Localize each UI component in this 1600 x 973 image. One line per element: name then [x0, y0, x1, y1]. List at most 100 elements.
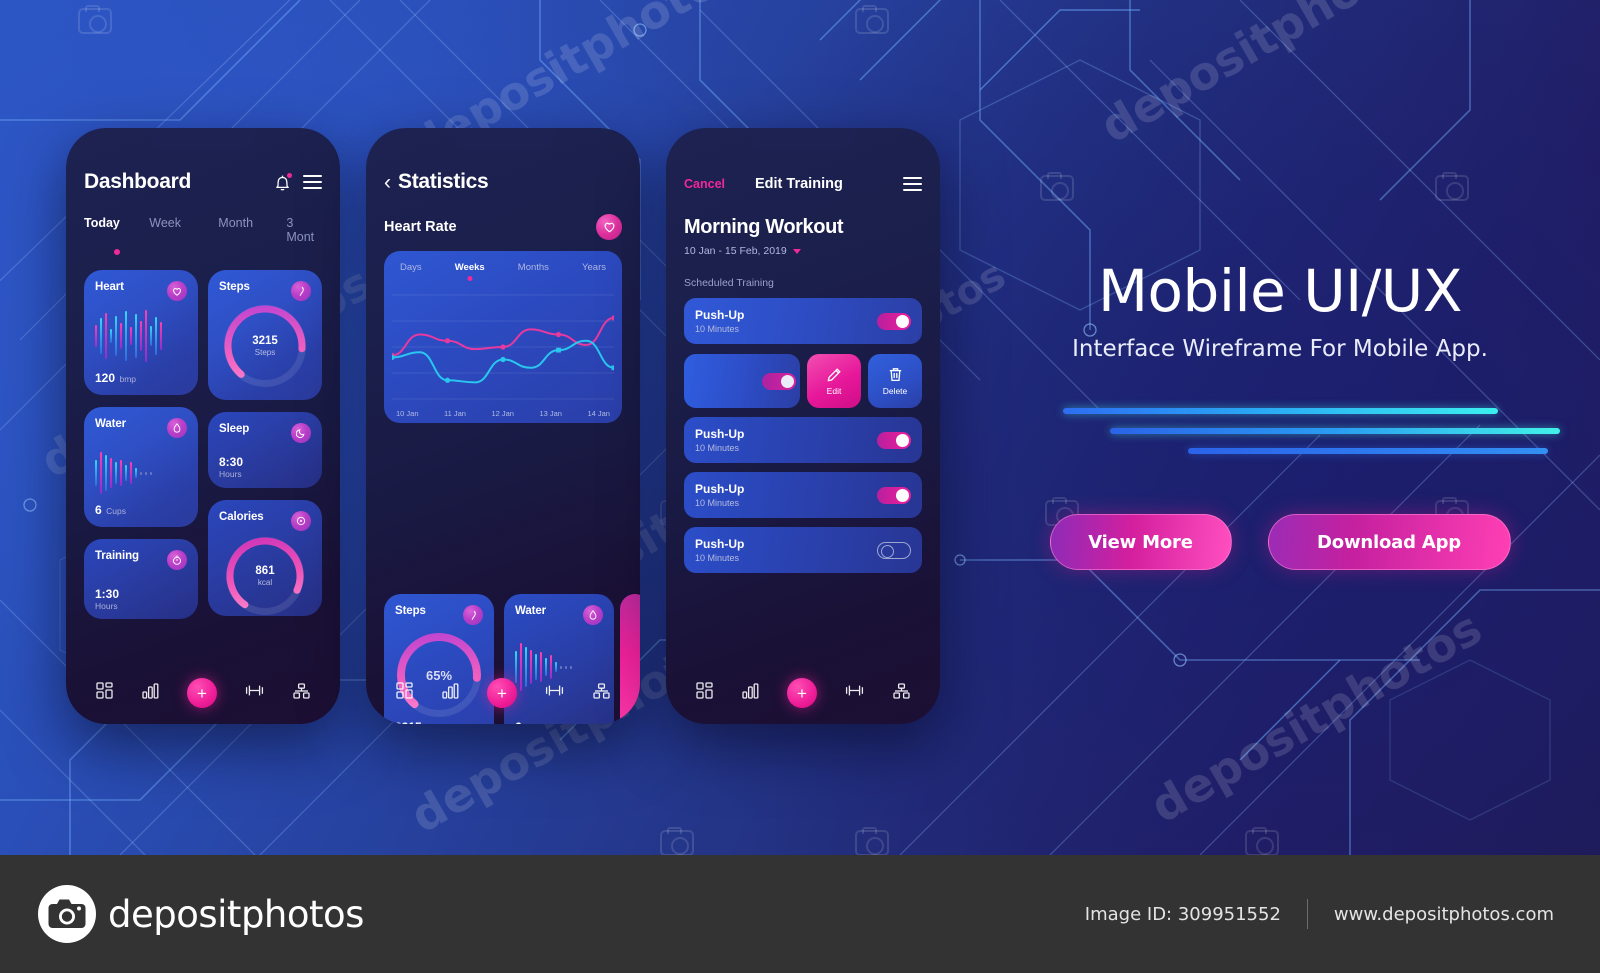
card-unit: Hours: [219, 469, 242, 479]
heart-bar-chart: [95, 307, 187, 365]
caret-down-icon[interactable]: [792, 248, 801, 254]
card-title: Calories: [219, 511, 264, 523]
promo-panel: Mobile UI/UX Interface Wireframe For Mob…: [1000, 262, 1560, 570]
chevron-left-icon[interactable]: ‹: [384, 172, 391, 193]
card-training[interactable]: Training 1:30 Hours: [84, 539, 198, 619]
nav-add-button[interactable]: +: [486, 678, 517, 708]
exercise-toggle[interactable]: [877, 312, 911, 330]
chart-point: [611, 365, 614, 371]
active-tab-dot: [467, 276, 473, 281]
neon-bar: [1188, 448, 1548, 454]
delete-action-button[interactable]: Delete: [868, 354, 922, 408]
website-url: www.depositphotos.com: [1333, 903, 1554, 925]
exercise-row[interactable]: Push-Up 10 Minutes: [684, 298, 922, 344]
tab-today[interactable]: Today: [84, 216, 149, 255]
heart-outline-icon[interactable]: [596, 214, 622, 240]
tab-3month[interactable]: 3 Mont: [286, 216, 322, 244]
card-heart[interactable]: Heart 120 bmp: [84, 270, 198, 395]
exercise-row[interactable]: Push-Up 10 Minutes: [684, 527, 922, 573]
card-value: 861: [255, 565, 275, 577]
exercise-row[interactable]: Push-Up 10 Minutes: [684, 472, 922, 518]
card-calories[interactable]: Calories 861 kcal: [208, 500, 322, 616]
exercise-row-swiped[interactable]: Edit Delete: [684, 354, 922, 408]
edit-action-button[interactable]: Edit: [807, 354, 861, 408]
exercise-toggle[interactable]: [877, 541, 911, 559]
bell-icon[interactable]: [275, 172, 292, 191]
nav-podium-icon[interactable]: [293, 682, 310, 704]
dashboard-screen: Dashboard Today Week Month 3 Mont Heart …: [66, 128, 340, 724]
card-title: Water: [515, 605, 547, 617]
phone-statistics: ‹ Statistics Heart Rate Days Weeks Month…: [366, 128, 640, 724]
exercise-duration: 10 Minutes: [695, 498, 740, 508]
exercise-toggle[interactable]: [877, 431, 911, 449]
card-value: 6: [95, 503, 102, 517]
heart-rate-line-chart: [392, 294, 614, 400]
page-title: Dashboard: [84, 170, 191, 193]
workout-date-range[interactable]: 10 Jan - 15 Feb, 2019: [684, 245, 922, 257]
exercise-toggle[interactable]: [877, 486, 911, 504]
x-tick: 10 Jan: [396, 409, 419, 418]
notification-dot: [287, 172, 292, 178]
card-unit: Cups: [106, 506, 126, 516]
nav-add-button[interactable]: +: [786, 678, 817, 708]
nav-bar-chart-icon[interactable]: [441, 682, 459, 704]
exercise-toggle[interactable]: [762, 372, 796, 390]
exercise-list: Push-Up 10 Minutes Edit Delete Push-Up 1…: [684, 298, 922, 573]
calories-donut-chart: 861 kcal: [226, 537, 304, 615]
card-title: Steps: [219, 281, 250, 293]
water-drop-icon: [167, 418, 187, 438]
divider: [1306, 899, 1308, 929]
nav-grid-icon[interactable]: [96, 682, 113, 704]
nav-dumbbell-icon[interactable]: [845, 684, 864, 702]
exercise-name: Push-Up: [695, 537, 745, 551]
chart-tab-days[interactable]: Days: [400, 262, 422, 273]
card-value: 8:30: [219, 455, 244, 469]
tab-week[interactable]: Week: [149, 216, 218, 244]
image-id: Image ID: 309951552: [1084, 903, 1281, 925]
nav-grid-icon[interactable]: [396, 682, 413, 704]
nav-bar-chart-icon[interactable]: [141, 682, 159, 704]
x-tick: 14 Jan: [587, 409, 610, 418]
nav-bar-chart-icon[interactable]: [741, 682, 759, 704]
edit-training-screen: Cancel Edit Training Morning Workout 10 …: [666, 128, 940, 724]
heart-rate-section-header: Heart Rate: [384, 214, 622, 240]
neon-bar: [1062, 408, 1498, 414]
depositphotos-logo: depositphotos: [38, 885, 364, 943]
nav-dumbbell-icon[interactable]: [245, 684, 264, 702]
nav-dumbbell-icon[interactable]: [545, 684, 564, 702]
card-unit: bmp: [119, 374, 137, 384]
chart-point: [556, 347, 561, 353]
card-steps[interactable]: Steps: [208, 270, 322, 400]
tab-month[interactable]: Month: [218, 216, 286, 244]
promo-title: Mobile UI/UX: [1098, 257, 1462, 325]
chart-line-pink: [392, 316, 614, 357]
card-title: Heart: [95, 281, 124, 293]
dashboard-period-tabs: Today Week Month 3 Mont: [84, 216, 322, 255]
chart-tab-weeks[interactable]: Weeks: [455, 262, 485, 281]
nav-add-button[interactable]: +: [186, 678, 217, 708]
card-sleep[interactable]: Sleep 8:30 Hours: [208, 412, 322, 488]
hamburger-menu-icon[interactable]: [903, 177, 922, 191]
exercise-duration: 10 Minutes: [695, 443, 740, 453]
x-tick: 11 Jan: [444, 409, 466, 418]
card-water[interactable]: Water: [84, 407, 198, 527]
action-label: Delete: [882, 385, 908, 396]
poster-background: depositphotos depositphotos depositphoto…: [0, 0, 1600, 855]
hamburger-menu-icon[interactable]: [303, 175, 322, 189]
nav-podium-icon[interactable]: [593, 682, 610, 704]
chart-tab-years[interactable]: Years: [582, 262, 606, 273]
chart-point: [611, 315, 614, 321]
download-app-button[interactable]: Download App: [1267, 514, 1511, 570]
exercise-duration: 10 Minutes: [695, 324, 740, 334]
card-value: 1:30: [95, 587, 120, 601]
view-more-button[interactable]: View More: [1049, 514, 1232, 570]
exercise-row[interactable]: Push-Up 10 Minutes: [684, 417, 922, 463]
cancel-button[interactable]: Cancel: [684, 177, 725, 191]
chart-point: [500, 356, 506, 363]
page-title: Edit Training: [755, 176, 843, 192]
chart-tab-months[interactable]: Months: [518, 262, 549, 273]
exercise-row-body[interactable]: [684, 354, 800, 408]
nav-podium-icon[interactable]: [893, 682, 910, 704]
water-drop-icon: [583, 605, 603, 625]
nav-grid-icon[interactable]: [696, 682, 713, 704]
